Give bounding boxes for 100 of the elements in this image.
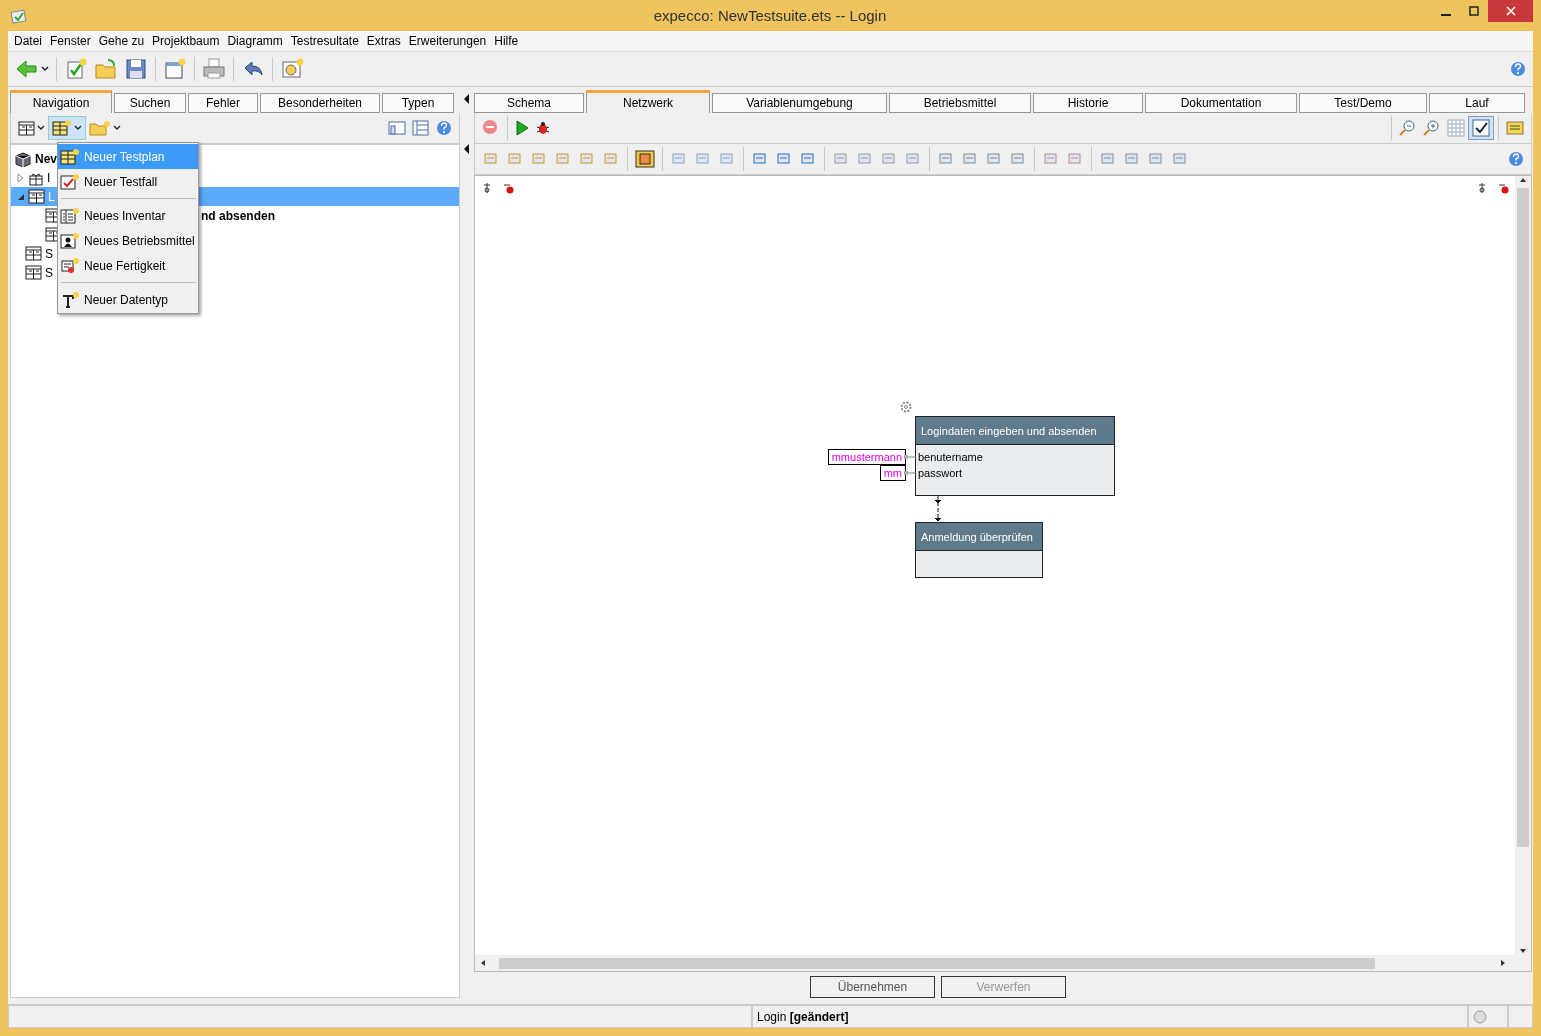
note-button[interactable]: [1503, 118, 1527, 138]
scroll-up-icon[interactable]: [1519, 176, 1527, 184]
table-icon: [25, 265, 42, 280]
menu-item[interactable]: Gehe zu: [94, 34, 149, 48]
tree-item-label[interactable]: nd absenden: [201, 208, 275, 223]
pin-connector: [904, 454, 916, 460]
panel-icon: [388, 120, 406, 136]
menu-item[interactable]: Extras: [362, 34, 405, 48]
tab[interactable]: Lauf: [1429, 93, 1525, 113]
step-title: Anmeldung überprüfen: [916, 523, 1042, 551]
gear-icon: [900, 401, 912, 413]
maximize-icon: [1469, 6, 1479, 16]
checkbox-icon: [1472, 119, 1490, 137]
testplan-icon: [60, 147, 80, 166]
skill-icon: [60, 256, 80, 275]
caret-icon: [74, 125, 82, 131]
collapsed-arrow-icon[interactable]: [17, 173, 25, 182]
floppy-icon: [124, 57, 148, 81]
connector-arrow: [934, 496, 942, 522]
window-icon: [163, 57, 187, 81]
tab[interactable]: Fehler: [188, 93, 258, 113]
menu-item[interactable]: Neues Inventar: [58, 203, 198, 228]
menu-item[interactable]: Neue Fertigkeit: [58, 253, 198, 278]
pin-connector: [904, 470, 916, 476]
horizontal-scrollbar[interactable]: [475, 955, 1531, 971]
arrow-left-icon: [15, 57, 39, 81]
apply-button[interactable]: Übernehmen: [810, 976, 935, 998]
help-icon: [1510, 61, 1526, 77]
scrollbar-thumb[interactable]: [499, 957, 1375, 969]
tab[interactable]: Variablenumgebung: [712, 93, 887, 113]
window-title: expecco: NewTestsuite.ets -- Login: [653, 7, 887, 24]
table-icon: [25, 246, 42, 261]
tree-item-label[interactable]: S: [45, 265, 53, 280]
zoom-in-icon: [1423, 119, 1441, 137]
tab[interactable]: Dokumentation: [1145, 93, 1297, 113]
pin-value: mmustermann: [827, 449, 906, 465]
tree-item-label[interactable]: Nev: [35, 151, 57, 166]
printer-icon: [202, 57, 226, 81]
list-icon: [60, 206, 80, 225]
menu-item[interactable]: Neuer Testfall: [58, 169, 198, 194]
menu-item[interactable]: Projektbaum: [148, 34, 224, 48]
menu-item[interactable]: Neues Betriebsmittel: [58, 228, 198, 253]
status-text: Login [geändert]: [757, 1009, 849, 1024]
status-indicator-icon: [1473, 1009, 1487, 1024]
close-button[interactable]: [1488, 0, 1533, 22]
folder-icon: [94, 57, 118, 81]
tree-item-label[interactable]: I: [47, 170, 51, 185]
menu-item[interactable]: Neuer Datentyp: [58, 287, 198, 312]
menu-item[interactable]: Fenster: [46, 34, 95, 48]
menu-item[interactable]: Hilfe: [490, 34, 523, 48]
table-icon: [28, 189, 45, 204]
tab[interactable]: Navigation: [10, 90, 112, 113]
folder-icon: [89, 120, 111, 136]
testplan-icon: [52, 119, 72, 137]
bug-icon: [535, 120, 551, 136]
tab[interactable]: Test/Demo: [1299, 93, 1427, 113]
scroll-right-icon[interactable]: [1499, 959, 1507, 967]
minus-circle-icon: [482, 119, 500, 137]
new-testplan-button[interactable]: [48, 116, 86, 140]
pin-name: benutername: [918, 451, 983, 463]
tab[interactable]: Besonderheiten: [260, 93, 380, 113]
expanded-arrow-icon[interactable]: [17, 192, 25, 201]
pin-marker-icon: [482, 182, 514, 194]
package-icon: [14, 150, 32, 167]
pin-marker-icon: [1477, 182, 1509, 194]
caret-icon: [113, 125, 121, 131]
checkmark-icon: [64, 57, 88, 81]
menu-item[interactable]: Diagramm: [223, 34, 287, 48]
window-icon: [280, 57, 304, 81]
menu-item[interactable]: Datei: [10, 34, 46, 48]
person-icon: [60, 231, 80, 250]
tab[interactable]: Suchen: [114, 93, 186, 113]
menu-item[interactable]: Testresultate: [286, 34, 363, 48]
scrollbar-thumb[interactable]: [1517, 188, 1529, 847]
caret-icon: [37, 125, 45, 131]
panel-button[interactable]: [385, 118, 409, 138]
scroll-left-icon[interactable]: [479, 959, 487, 967]
step-title: Logindaten eingeben und absenden: [916, 417, 1114, 445]
table-icon: [18, 120, 35, 136]
collapse-left-icon[interactable]: [464, 94, 470, 104]
close-icon: [1505, 6, 1516, 16]
app-icon: [10, 7, 28, 24]
grid-icon: [1447, 119, 1465, 137]
auto-layout-icon[interactable]: [632, 148, 658, 170]
tab[interactable]: Typen: [382, 93, 454, 113]
pin-value: mm: [879, 465, 906, 481]
play-icon: [515, 120, 529, 136]
tab[interactable]: Historie: [1033, 93, 1143, 113]
note-icon: [1506, 120, 1524, 136]
menu-item[interactable]: Erweiterungen: [404, 34, 491, 48]
tab[interactable]: Betriebsmittel: [889, 93, 1031, 113]
tab[interactable]: Netzwerk: [586, 90, 710, 113]
vertical-scrollbar[interactable]: [1515, 176, 1531, 955]
check-toggle-button[interactable]: [1468, 116, 1494, 140]
tab[interactable]: Schema: [474, 93, 584, 113]
collapse-left-icon[interactable]: [464, 144, 470, 154]
tree-item-label[interactable]: S: [45, 246, 53, 261]
minimize-icon: [1441, 14, 1451, 16]
checkmark-icon: [60, 172, 80, 191]
zoom-out-icon: [1399, 119, 1417, 137]
